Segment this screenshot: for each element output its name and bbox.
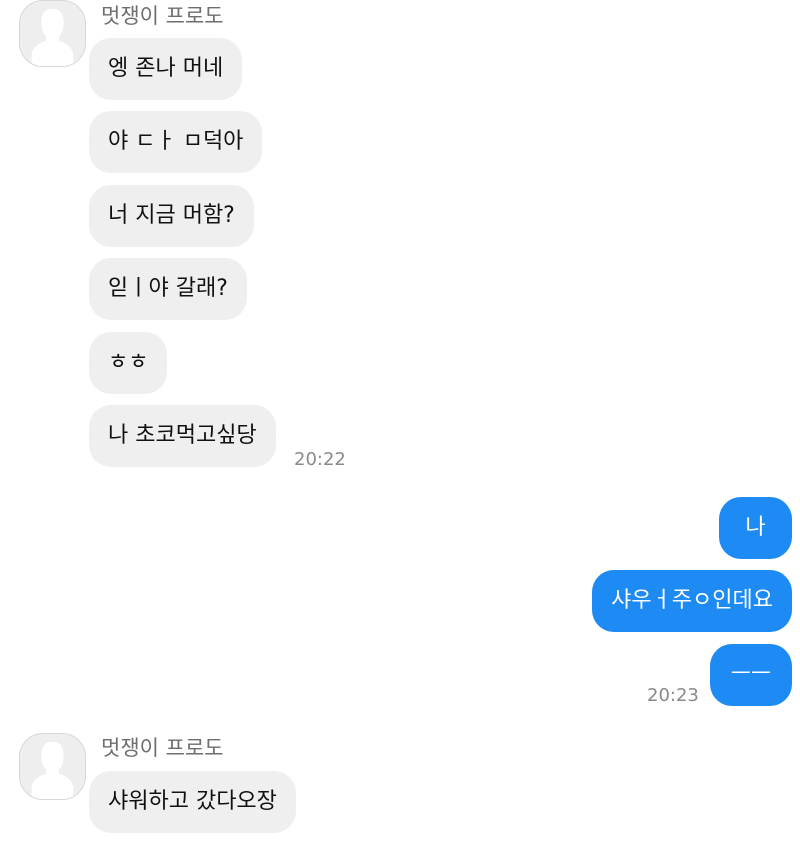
message-bubble[interactable]: 엥 존나 머네: [89, 38, 243, 100]
message-bubble[interactable]: 읻ㅣ야 갈래?: [89, 258, 247, 320]
sender-avatar[interactable]: [19, 733, 86, 800]
message-bubble[interactable]: ㅎㅎ: [89, 332, 168, 394]
sender-avatar[interactable]: [19, 0, 86, 67]
sender-name: 멋쟁이 프로도: [101, 4, 224, 28]
message-bubble[interactable]: 샤워하고 갔다오장: [89, 771, 296, 833]
chat-thread: 멋쟁이 프로도 엥 존나 머네 야 ㄷㅏ ㅁ덕아 너 지금 머함? 읻ㅣ야 갈래…: [0, 0, 800, 843]
message-bubble[interactable]: 너 지금 머함?: [89, 185, 254, 247]
my-message-bubble[interactable]: ㅡㅡ: [710, 644, 792, 706]
sender-name: 멋쟁이 프로도: [101, 736, 224, 760]
message-timestamp: 20:23: [647, 685, 699, 706]
message-bubble[interactable]: 야 ㄷㅏ ㅁ덕아: [89, 111, 263, 173]
default-profile-icon: [20, 1, 85, 66]
my-message-bubble[interactable]: 샤우ㅓ주ㅇ인데요: [592, 570, 792, 632]
message-bubble[interactable]: 나 초코먹고싶당: [89, 405, 276, 467]
message-timestamp: 20:22: [294, 449, 346, 470]
my-message-bubble[interactable]: 나: [719, 497, 792, 559]
default-profile-icon: [20, 734, 85, 799]
